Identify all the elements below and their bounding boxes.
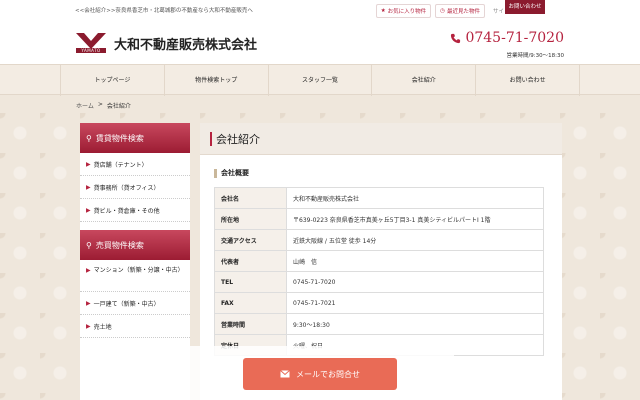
sidebar-item-label: 貸事務所（貸オフィス） — [93, 184, 160, 192]
table-row: 代表者 山崎 信 — [214, 250, 544, 272]
sidebar-item-label: マンション（新築・分譲・中古） — [93, 267, 184, 274]
business-hours: 営業時間/9:30～18:30 — [506, 53, 564, 59]
section-title-text: 会社概要 — [221, 169, 249, 177]
table-row: 会社名 大和不動産販売株式会社 — [214, 187, 544, 209]
row-value: 0745-71-7020 — [286, 271, 544, 293]
sidebar-item-rental-building[interactable]: ▶ 貸ビル・貸倉庫・その他 — [80, 199, 190, 222]
row-key: 会社名 — [214, 187, 287, 209]
sale-search-header: ⚲ 売買物件検索 — [80, 230, 190, 260]
arrow-right-icon: ▶ — [86, 267, 91, 274]
arrow-right-icon: ▶ — [86, 183, 91, 191]
page-title: 会社紹介 — [200, 123, 562, 155]
section-title: 会社概要 — [214, 168, 249, 178]
sidebar-item-sale-land[interactable]: ▶ 売土地 — [80, 315, 190, 338]
nav-company-intro[interactable]: 会社紹介 — [371, 65, 475, 96]
sidebar-item-label: 一戸建て（新築・中古） — [93, 300, 160, 308]
arrow-right-icon: ▶ — [86, 206, 91, 214]
table-row: 所在地 〒639-0223 奈良県香芝市真美ヶ丘5丁目3-1 真美シティビルパート… — [214, 208, 544, 230]
logo-mark-icon — [76, 33, 106, 49]
site-header: <<会社紹介>>奈良県香芝市・北葛城郡の不動産なら大和不動産販売へ ★ お気に入… — [0, 0, 640, 64]
header-tagline: <<会社紹介>>奈良県香芝市・北葛城郡の不動産なら大和不動産販売へ — [75, 8, 253, 14]
phone-icon — [451, 33, 461, 43]
global-nav: トップページ 物件検索トップ スタッフ一覧 会社紹介 お問い合わせ — [0, 64, 640, 96]
rental-search-header: ⚲ 賃貸物件検索 — [80, 123, 190, 153]
mail-contact-label: メールでお問合せ — [296, 369, 360, 379]
sidebar-item-rental-office[interactable]: ▶ 貸事務所（貸オフィス） — [80, 176, 190, 199]
nav-property-search[interactable]: 物件検索トップ — [163, 65, 268, 96]
row-value: 近鉄大阪線 / 五位堂 徒歩 14分 — [286, 229, 544, 251]
nav-top-page[interactable]: トップページ — [60, 65, 164, 96]
envelope-icon — [280, 370, 290, 378]
recent-label: 最近見た物件 — [446, 9, 480, 15]
sidebar-item-rental-store[interactable]: ▶ 貸店舗（テナント） — [80, 153, 190, 176]
logo-text: YAMATO — [76, 48, 106, 53]
nav-contact[interactable]: お問い合わせ — [475, 65, 580, 96]
arrow-right-icon: ▶ — [86, 160, 91, 168]
favorites-link[interactable]: ★ お気に入り物件 — [375, 4, 432, 18]
page-title-text: 会社紹介 — [216, 132, 260, 146]
row-value: 〒639-0223 奈良県香芝市真美ヶ丘5丁目3-1 真美シティビルパートⅠ 1… — [286, 208, 544, 230]
phone-block: 0745-71-7020 — [450, 30, 564, 46]
search-icon: ⚲ — [86, 240, 92, 250]
table-row: FAX 0745-71-7021 — [214, 292, 544, 314]
sidebar: ⚲ 賃貸物件検索 ▶ 貸店舗（テナント） ▶ 貸事務所（貸オフィス） ▶ 貸ビル… — [80, 123, 190, 400]
row-key: FAX — [214, 292, 287, 314]
sidebar-item-sale-house[interactable]: ▶ 一戸建て（新築・中古） — [80, 292, 190, 315]
arrow-right-icon: ▶ — [86, 299, 91, 307]
breadcrumb: ホーム > 会社紹介 — [76, 101, 131, 110]
sale-search-title: 売買物件検索 — [95, 240, 144, 250]
sidebar-item-label: 貸店舗（テナント） — [93, 161, 148, 169]
phone-number[interactable]: 0745-71-7020 — [465, 30, 564, 46]
table-row: 営業時間 9:30～18:30 — [214, 313, 544, 335]
arrow-right-icon: ▶ — [86, 322, 91, 330]
table-row: TEL 0745-71-7020 — [214, 271, 544, 293]
sidebar-item-label: 貸ビル・貸倉庫・その他 — [93, 207, 160, 215]
company-name: 大和不動産販売株式会社 — [114, 38, 258, 53]
row-key: 営業時間 — [214, 313, 287, 335]
section-accent-bar — [214, 168, 217, 178]
row-key: 所在地 — [214, 208, 287, 230]
row-value: 山崎 信 — [286, 250, 544, 272]
search-icon: ⚲ — [86, 133, 92, 143]
row-key: 代表者 — [214, 250, 287, 272]
row-value: 0745-71-7021 — [286, 292, 544, 314]
rental-search-title: 賃貸物件検索 — [95, 133, 144, 143]
row-value: 大和不動産販売株式会社 — [286, 187, 544, 209]
star-icon: ★ — [380, 8, 386, 14]
company-info-table: 会社名 大和不動産販売株式会社 所在地 〒639-0223 奈良県香芝市真美ヶ丘5丁… — [214, 187, 544, 356]
sidebar-item-sale-mansion[interactable]: ▶ マンション（新築・分譲・中古） — [80, 260, 190, 292]
row-key: TEL — [214, 271, 287, 293]
recent-link[interactable]: ◷ 最近見た物件 — [435, 4, 485, 18]
breadcrumb-current: 会社紹介 — [106, 103, 131, 110]
breadcrumb-home[interactable]: ホーム — [76, 101, 94, 110]
favorites-label: お気に入り物件 — [387, 9, 427, 15]
company-logo[interactable]: YAMATO — [76, 33, 106, 53]
row-value: 9:30～18:30 — [286, 313, 544, 335]
table-row: 交通アクセス 近鉄大阪線 / 五位堂 徒歩 14分 — [214, 229, 544, 251]
mail-contact-button[interactable]: メールでお問合せ — [243, 358, 397, 390]
breadcrumb-separator: > — [97, 101, 103, 108]
contact-tab[interactable]: お問い合わせ — [505, 0, 545, 14]
nav-staff-list[interactable]: スタッフ一覧 — [267, 65, 372, 96]
sidebar-item-label: 売土地 — [93, 323, 112, 331]
title-accent-bar — [210, 131, 212, 146]
row-key: 交通アクセス — [214, 229, 287, 251]
clock-icon: ◷ — [440, 8, 445, 14]
